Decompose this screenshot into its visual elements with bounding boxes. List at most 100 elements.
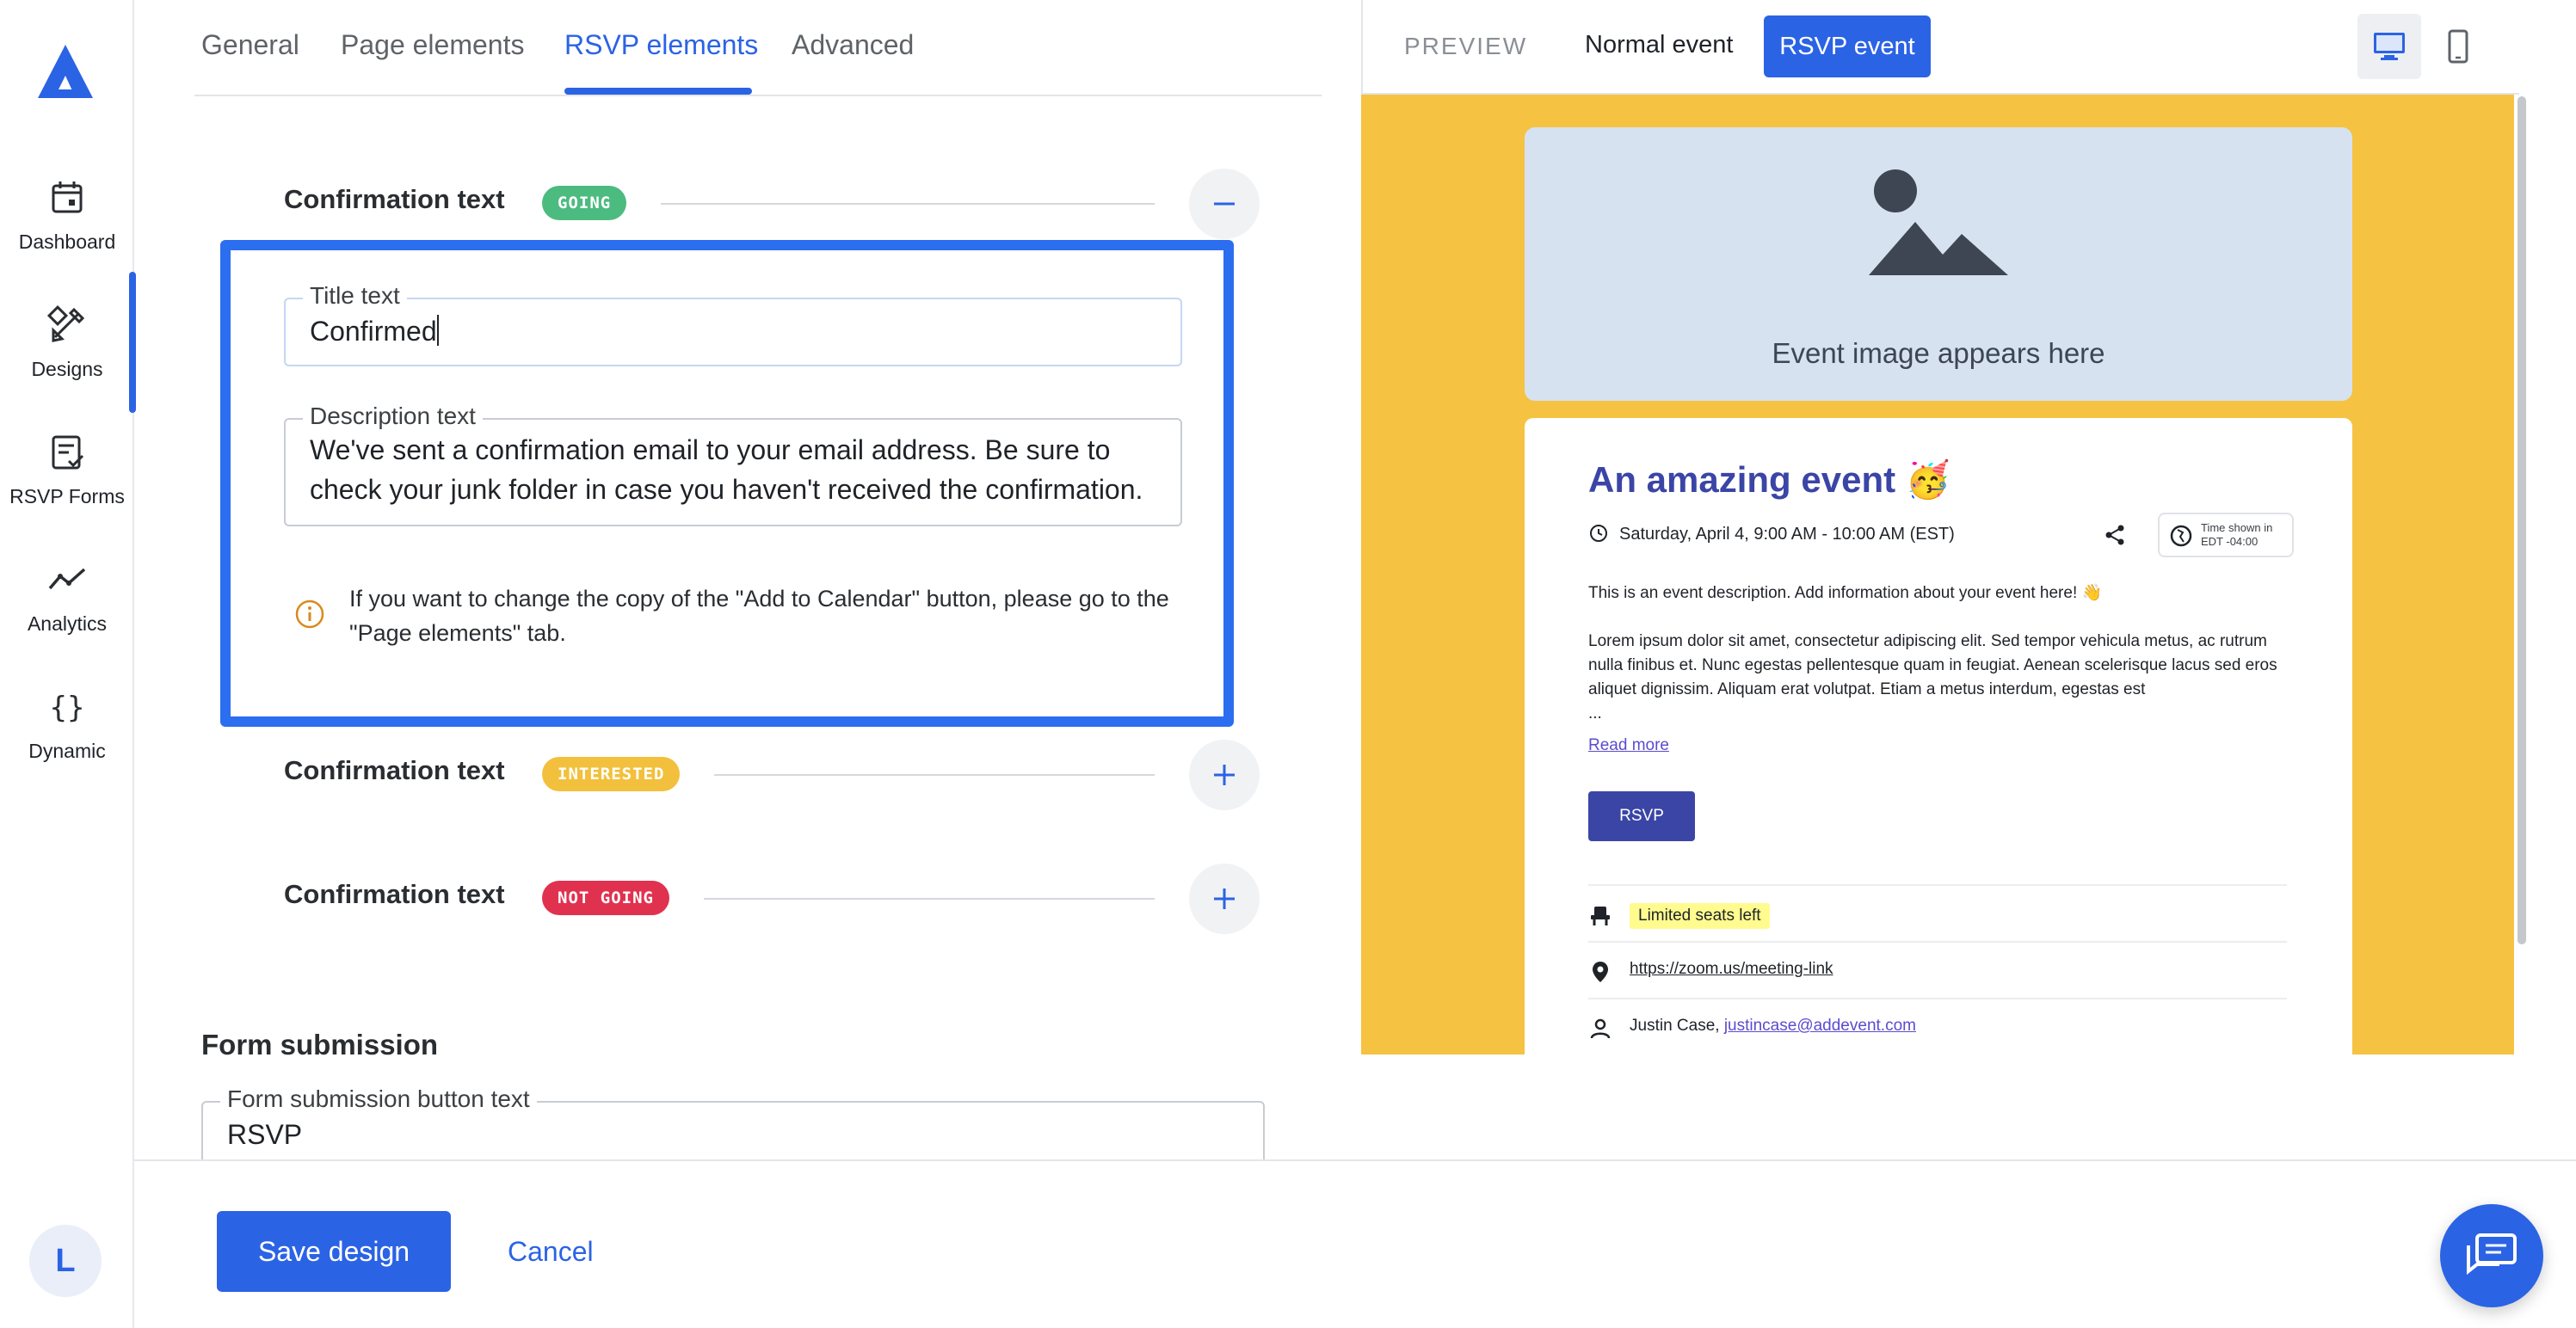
expand-button[interactable] <box>1189 864 1260 934</box>
sidebar: Dashboard Designs RSVP Forms Analytics {… <box>0 0 134 1328</box>
timezone-text: Time shown in EDT -04:00 <box>2201 521 2272 549</box>
sidebar-item-analytics[interactable]: Analytics <box>0 559 134 671</box>
form-submission-title: Form submission <box>201 1029 439 1061</box>
description-ellipsis: ... <box>1588 704 1602 722</box>
sidebar-item-dynamic[interactable]: {} Dynamic <box>0 686 134 798</box>
image-placeholder-icon <box>1869 169 2008 275</box>
status-badge-interested: INTERESTED <box>542 757 681 791</box>
footer-actions: Save design Cancel <box>134 1159 2576 1328</box>
description-text-field[interactable]: Description text We've sent a confirmati… <box>284 403 1182 526</box>
mobile-preview-button[interactable] <box>2426 14 2490 79</box>
confirmation-title: Confirmation text <box>284 184 505 214</box>
svg-text:{}: {} <box>50 691 85 725</box>
collapse-button[interactable] <box>1189 169 1260 239</box>
description-intro: This is an event description. Add inform… <box>1588 584 2103 602</box>
tab-advanced[interactable]: Advanced <box>792 29 914 61</box>
title-text-content: Confirmed <box>310 316 437 347</box>
preview-toolbar: PREVIEW Normal event RSVP event <box>1361 0 2519 95</box>
image-caption: Event image appears here <box>1772 337 2105 369</box>
seats-row: Limited seats left <box>1588 884 2287 941</box>
confirmation-interested-header[interactable]: Confirmation text INTERESTED <box>284 736 1260 814</box>
info-text: If you want to change the copy of the "A… <box>349 586 1169 646</box>
preview-scrollbar[interactable] <box>2517 96 2526 944</box>
event-date: Saturday, April 4, 9:00 AM - 10:00 AM (E… <box>1619 525 1955 544</box>
organizer-name: Justin Case, <box>1630 1017 1720 1035</box>
event-card: An amazing event 🥳 Saturday, April 4, 9:… <box>1525 418 2352 1054</box>
form-submission-button-text-value: RSVP <box>227 1119 303 1150</box>
minus-icon <box>1214 202 1235 206</box>
form-check-icon <box>52 435 84 470</box>
desktop-icon <box>2374 33 2405 60</box>
chat-support-button[interactable] <box>2440 1204 2543 1307</box>
confirmation-going-header[interactable]: Confirmation text GOING <box>284 165 1260 243</box>
limited-seats-badge: Limited seats left <box>1630 903 1770 929</box>
sidebar-item-label: RSVP Forms <box>9 485 125 507</box>
sidebar-item-label: Designs <box>31 358 103 380</box>
tab-general[interactable]: General <box>201 29 299 61</box>
field-label: Title text <box>303 282 407 310</box>
event-preview-canvas: Event image appears here An amazing even… <box>1361 95 2514 1054</box>
divider <box>704 898 1155 900</box>
avatar[interactable]: L <box>29 1225 102 1297</box>
sidebar-item-dashboard[interactable]: Dashboard <box>0 177 134 289</box>
location-row: https://zoom.us/meeting-link <box>1588 941 2287 998</box>
event-title: An amazing event 🥳 <box>1588 459 1951 500</box>
sidebar-item-designs[interactable]: Designs <box>0 304 134 416</box>
design-tools-icon <box>46 304 85 342</box>
status-badge-going: GOING <box>542 186 627 220</box>
person-icon <box>1590 1018 1611 1039</box>
timezone-line: Time shown in <box>2201 521 2273 534</box>
event-image-placeholder: Event image appears here <box>1525 127 2352 401</box>
mobile-icon <box>2448 29 2468 64</box>
tab-page-elements[interactable]: Page elements <box>341 29 524 61</box>
sidebar-item-label: Dashboard <box>18 231 116 253</box>
seat-icon <box>1591 907 1610 925</box>
avatar-initial: L <box>55 1242 76 1279</box>
divider <box>661 203 1155 205</box>
rsvp-event-toggle[interactable]: RSVP event <box>1764 15 1931 77</box>
chat-bubbles-icon <box>2467 1233 2517 1276</box>
rsvp-button[interactable]: RSVP <box>1588 791 1695 841</box>
analytics-line-icon <box>48 568 86 590</box>
title-text-value: Confirmed <box>310 311 439 351</box>
sidebar-item-rsvp-forms[interactable]: RSVP Forms <box>0 432 134 544</box>
info-icon <box>295 599 324 629</box>
field-label: Form submission button text <box>220 1085 537 1113</box>
read-more-link[interactable]: Read more <box>1588 736 1669 755</box>
timezone-chip[interactable]: Time shown in EDT -04:00 <box>2158 513 2294 557</box>
calendar-icon <box>52 181 83 213</box>
event-description: This is an event description. Add inform… <box>1588 581 2294 726</box>
tab-rsvp-elements[interactable]: RSVP elements <box>564 29 758 61</box>
timezone-line: EDT -04:00 <box>2201 535 2259 548</box>
plus-icon <box>1214 888 1235 909</box>
title-text-field[interactable]: Title text Confirmed <box>284 282 1182 366</box>
description-text-value: We've sent a confirmation email to your … <box>310 434 1143 505</box>
divider <box>714 774 1155 776</box>
desktop-preview-button[interactable] <box>2357 14 2421 79</box>
share-icon[interactable] <box>2103 523 2127 547</box>
app-logo-icon[interactable] <box>34 41 96 101</box>
confirmation-title: Confirmation text <box>284 755 505 785</box>
clock-icon <box>1590 525 1607 542</box>
sidebar-active-indicator <box>129 272 136 413</box>
save-design-button[interactable]: Save design <box>217 1211 451 1292</box>
sidebar-item-label: Dynamic <box>28 740 106 762</box>
confirmation-not-going-header[interactable]: Confirmation text NOT GOING <box>284 860 1260 938</box>
tab-active-underline <box>564 88 752 95</box>
expand-button[interactable] <box>1189 740 1260 810</box>
curly-braces-icon: {} <box>50 691 85 725</box>
field-label: Description text <box>303 403 483 430</box>
sidebar-item-label: Analytics <box>27 612 108 635</box>
description-body: Lorem ipsum dolor sit amet, consectetur … <box>1588 632 2277 698</box>
organizer-email-link[interactable]: justincase@addevent.com <box>1724 1017 1916 1035</box>
text-caret <box>436 315 439 346</box>
location-link[interactable]: https://zoom.us/meeting-link <box>1630 960 1833 979</box>
preview-label: PREVIEW <box>1404 33 1528 59</box>
organizer-text: Justin Case, justincase@addevent.com <box>1630 1017 1916 1036</box>
settings-tabs: General Page elements RSVP elements Adva… <box>194 0 1322 96</box>
confirmation-title: Confirmation text <box>284 879 505 909</box>
status-badge-not-going: NOT GOING <box>542 881 669 915</box>
globe-icon <box>2170 525 2192 547</box>
normal-event-toggle[interactable]: Normal event <box>1585 31 1733 59</box>
cancel-button[interactable]: Cancel <box>508 1211 594 1292</box>
